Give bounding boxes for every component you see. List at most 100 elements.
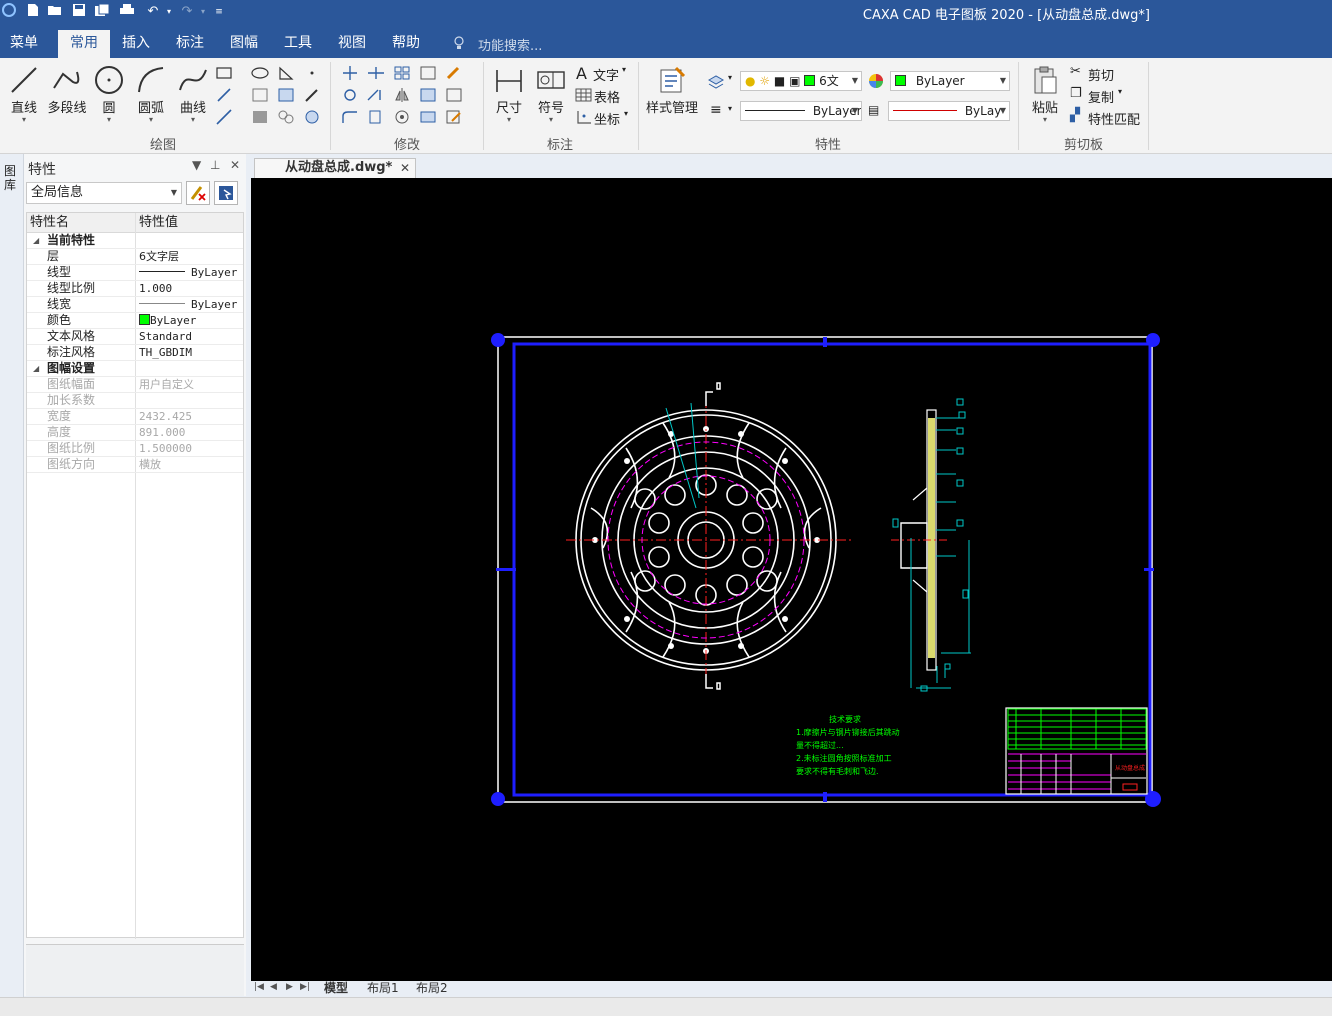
property-row[interactable]: 线型比例 1.000 bbox=[27, 281, 243, 297]
offset-icon[interactable] bbox=[418, 64, 438, 82]
tab-layout2[interactable]: 布局2 bbox=[416, 981, 448, 997]
text-icon[interactable]: A bbox=[576, 64, 587, 83]
mirror-icon[interactable] bbox=[392, 86, 412, 104]
rectangle-icon[interactable] bbox=[214, 64, 234, 82]
save-all-icon[interactable] bbox=[93, 3, 111, 21]
grip-handle[interactable] bbox=[491, 333, 505, 347]
move-icon[interactable] bbox=[340, 64, 360, 82]
color-combo[interactable]: ByLayer ▼ bbox=[890, 71, 1010, 91]
layer-manager-icon[interactable] bbox=[706, 72, 726, 90]
line-button[interactable]: 直线 ▾ bbox=[6, 64, 42, 124]
property-row[interactable]: 颜色 ByLayer bbox=[27, 313, 243, 329]
rotate-icon[interactable] bbox=[340, 86, 360, 104]
match-properties-icon[interactable]: ▞ bbox=[1070, 108, 1080, 123]
edit-icon[interactable] bbox=[444, 108, 464, 126]
copy-icon[interactable]: ❐ bbox=[1070, 86, 1082, 101]
cut-button[interactable]: 剪切 bbox=[1088, 65, 1114, 84]
clear-selection-button[interactable] bbox=[186, 181, 210, 205]
close-tab-icon[interactable]: ✕ bbox=[400, 159, 410, 177]
quick-select-button[interactable] bbox=[214, 181, 238, 205]
tab-sheet[interactable]: 图幅 bbox=[222, 30, 266, 58]
grip-handle[interactable] bbox=[1144, 568, 1154, 571]
arc-button[interactable]: 圆弧 ▾ bbox=[132, 64, 170, 124]
pin-icon[interactable]: ⊥ bbox=[210, 158, 220, 172]
coordinate-dropdown-icon[interactable]: ▾ bbox=[624, 109, 628, 118]
last-layout-icon[interactable]: ▶| bbox=[300, 982, 310, 992]
ellipse-icon[interactable] bbox=[250, 64, 270, 82]
print-icon[interactable] bbox=[118, 3, 136, 21]
tab-layout1[interactable]: 布局1 bbox=[367, 981, 399, 997]
new-file-icon[interactable] bbox=[24, 3, 42, 21]
tab-insert[interactable]: 插入 bbox=[114, 30, 158, 58]
grip-handle[interactable] bbox=[496, 568, 516, 571]
tab-annotate[interactable]: 标注 bbox=[168, 30, 212, 58]
hatch-icon[interactable] bbox=[276, 86, 296, 104]
curve-button[interactable]: 曲线 ▾ bbox=[174, 64, 212, 124]
library-tab[interactable]: 图库 bbox=[4, 164, 20, 192]
dimension-button[interactable]: 尺寸 ▾ bbox=[490, 64, 528, 124]
cut-icon[interactable]: ✂ bbox=[1070, 64, 1081, 79]
first-layout-icon[interactable]: |◀ bbox=[254, 982, 264, 992]
color-wheel-icon[interactable] bbox=[866, 72, 886, 90]
title-block[interactable]: 从动盘总成 bbox=[1005, 707, 1148, 795]
text-button[interactable]: 文字 bbox=[593, 65, 619, 84]
grip-handle[interactable] bbox=[823, 337, 827, 347]
tab-home[interactable]: 常用 bbox=[58, 30, 110, 58]
region-icon[interactable] bbox=[302, 108, 322, 126]
cad-drawing[interactable]: 技术要求 1.摩擦片与钢片铆接后其跳动 量不得超过... 2.未标注圆角按照标准… bbox=[251, 178, 1332, 981]
property-row[interactable]: 文本风格 Standard bbox=[27, 329, 243, 345]
paste-button[interactable]: 粘贴 ▾ bbox=[1026, 64, 1064, 124]
document-tab[interactable]: 从动盘总成.dwg* ✕ bbox=[254, 158, 416, 178]
erase-icon[interactable] bbox=[444, 64, 464, 82]
pen-icon[interactable] bbox=[302, 86, 322, 104]
grip-handle[interactable] bbox=[823, 792, 827, 802]
panel-menu-icon[interactable]: ▼ bbox=[192, 158, 201, 172]
block-icon[interactable] bbox=[250, 108, 270, 126]
technical-notes[interactable]: 技术要求 1.摩擦片与钢片铆接后其跳动 量不得超过... 2.未标注圆角按照标准… bbox=[796, 714, 900, 776]
tab-help[interactable]: 帮助 bbox=[384, 30, 428, 58]
next-layout-icon[interactable]: ▶ bbox=[286, 982, 293, 992]
match-properties-button[interactable]: 特性匹配 bbox=[1088, 109, 1140, 128]
save-icon[interactable] bbox=[70, 3, 88, 21]
drawing-canvas[interactable]: 技术要求 1.摩擦片与钢片铆接后其跳动 量不得超过... 2.未标注圆角按照标准… bbox=[251, 178, 1332, 981]
copy-dropdown-icon[interactable]: ▾ bbox=[1118, 87, 1122, 96]
feature-search-input[interactable]: 功能搜索... bbox=[478, 35, 542, 54]
copy-object-icon[interactable] bbox=[366, 108, 386, 126]
text-dropdown-icon[interactable]: ▾ bbox=[622, 65, 626, 74]
chamfer-icon[interactable] bbox=[392, 108, 412, 126]
polyline-button[interactable]: 多段线 bbox=[46, 64, 88, 116]
point-icon[interactable] bbox=[302, 64, 322, 82]
parallel-line-icon[interactable] bbox=[214, 86, 234, 104]
trim-icon[interactable] bbox=[366, 64, 386, 82]
disc-side-view[interactable] bbox=[891, 398, 971, 692]
linestyle-icon[interactable]: ▤ bbox=[868, 103, 879, 117]
grip-handle[interactable] bbox=[491, 792, 505, 806]
array-icon[interactable] bbox=[392, 64, 412, 82]
extend-icon[interactable] bbox=[366, 86, 386, 104]
scale-icon[interactable] bbox=[418, 86, 438, 104]
tab-menu[interactable]: 菜单 bbox=[2, 30, 46, 58]
scope-select[interactable]: 全局信息 ▼ bbox=[26, 182, 182, 204]
copy-button[interactable]: 复制 bbox=[1088, 87, 1114, 106]
symbol-button[interactable]: 符号 ▾ bbox=[532, 64, 570, 124]
cloud-icon[interactable] bbox=[276, 108, 296, 126]
table-button[interactable]: 表格 bbox=[594, 87, 620, 106]
panel-close-icon[interactable]: ✕ bbox=[230, 158, 240, 172]
explode-icon[interactable] bbox=[444, 86, 464, 104]
open-file-icon[interactable] bbox=[46, 3, 64, 21]
layer-manager-dropdown-icon[interactable]: ▾ bbox=[728, 73, 732, 82]
centerline-icon[interactable] bbox=[250, 86, 270, 104]
grip-handle[interactable] bbox=[1146, 333, 1160, 347]
category-sheet[interactable]: ◢ 图幅设置 bbox=[27, 361, 243, 377]
lineweight-icon[interactable]: ≡ bbox=[710, 102, 722, 118]
layer-combo[interactable]: ● ☼ ■ ▣ 6文 ▼ bbox=[740, 71, 862, 91]
linetype-combo[interactable]: ByLayer ▼ bbox=[740, 101, 862, 121]
property-row[interactable]: 线宽 ByLayer bbox=[27, 297, 243, 313]
app-logo-icon[interactable] bbox=[0, 3, 18, 21]
undo-dropdown-icon[interactable]: ▾ bbox=[160, 3, 178, 21]
property-row[interactable]: 线型 ByLayer bbox=[27, 265, 243, 281]
stretch-icon[interactable] bbox=[418, 108, 438, 126]
coordinate-icon[interactable] bbox=[574, 108, 594, 126]
construction-line-icon[interactable] bbox=[214, 108, 234, 126]
property-row[interactable]: 标注风格 TH_GBDIM bbox=[27, 345, 243, 361]
